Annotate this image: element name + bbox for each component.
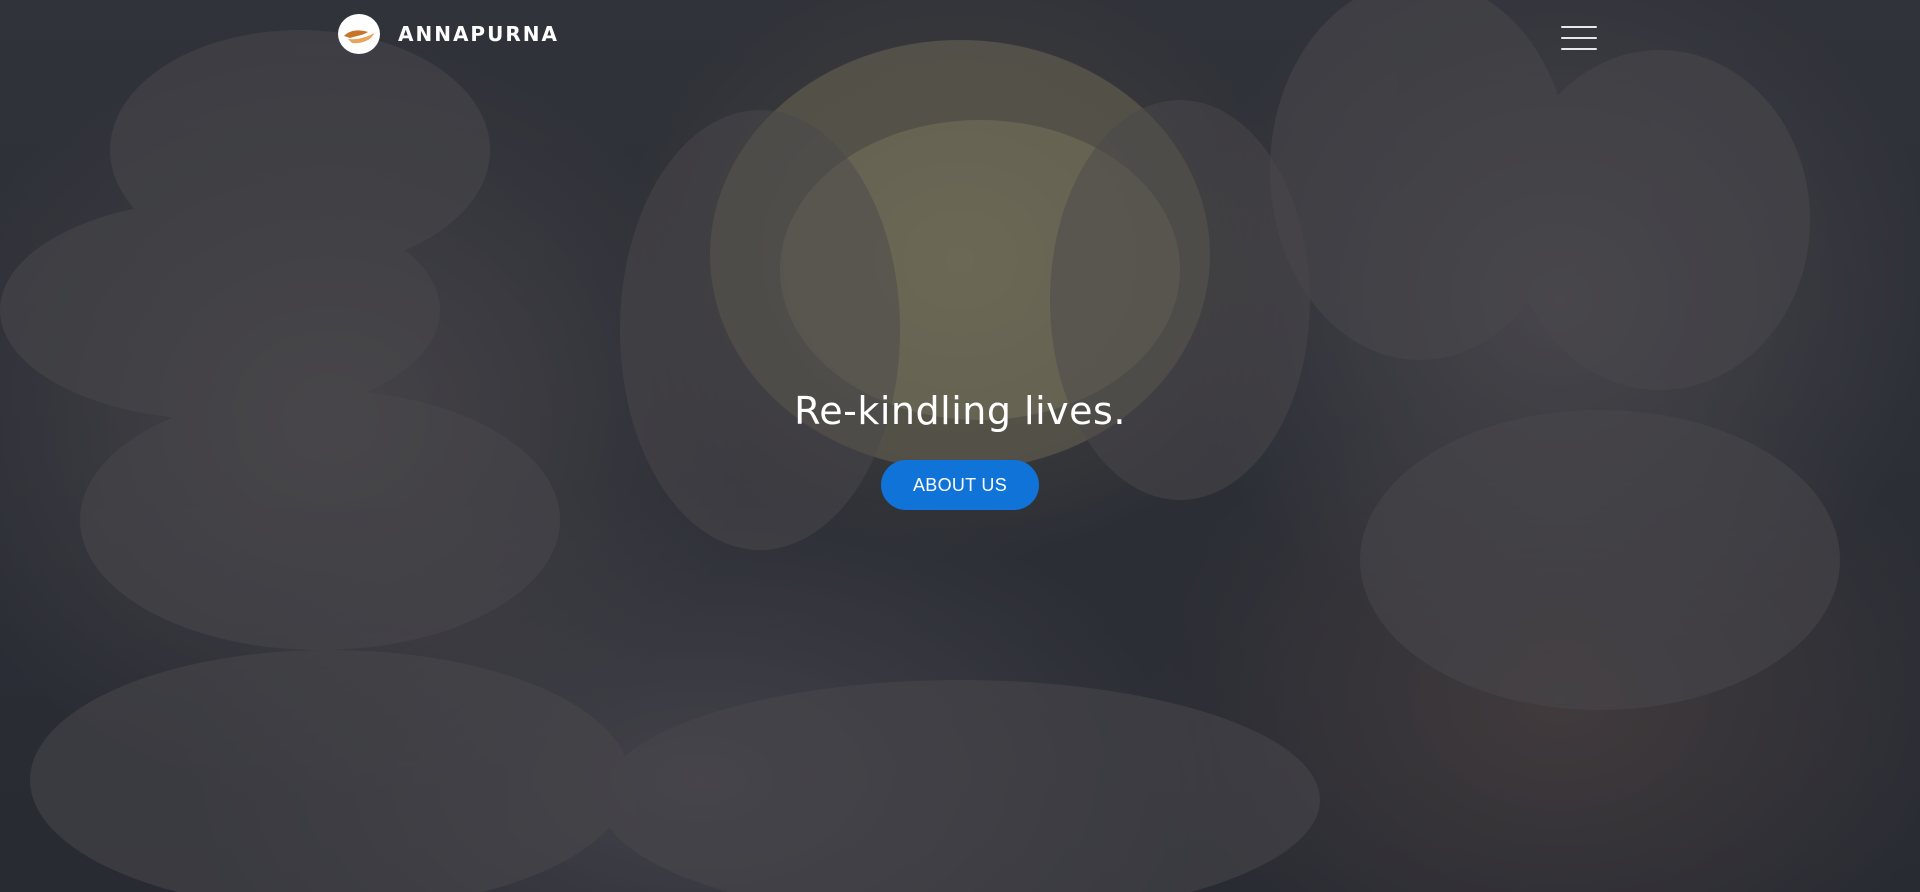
hamburger-menu-button[interactable] <box>1561 26 1597 52</box>
menu-bar-middle <box>1561 37 1597 39</box>
hero-section: ANNAPURNA Re-kindling lives. ABOUT US <box>0 0 1920 892</box>
brand-name: ANNAPURNA <box>398 22 559 46</box>
menu-bar-bottom <box>1561 48 1597 50</box>
menu-bar-top <box>1561 26 1597 28</box>
hands-logo-icon <box>338 14 380 54</box>
hero-title: Re-kindling lives. <box>794 389 1126 433</box>
hero-content: Re-kindling lives. ABOUT US <box>0 386 1920 510</box>
about-us-button[interactable]: ABOUT US <box>881 460 1039 510</box>
brand-home-link[interactable]: ANNAPURNA <box>338 14 559 54</box>
navbar: ANNAPURNA <box>0 0 1920 76</box>
